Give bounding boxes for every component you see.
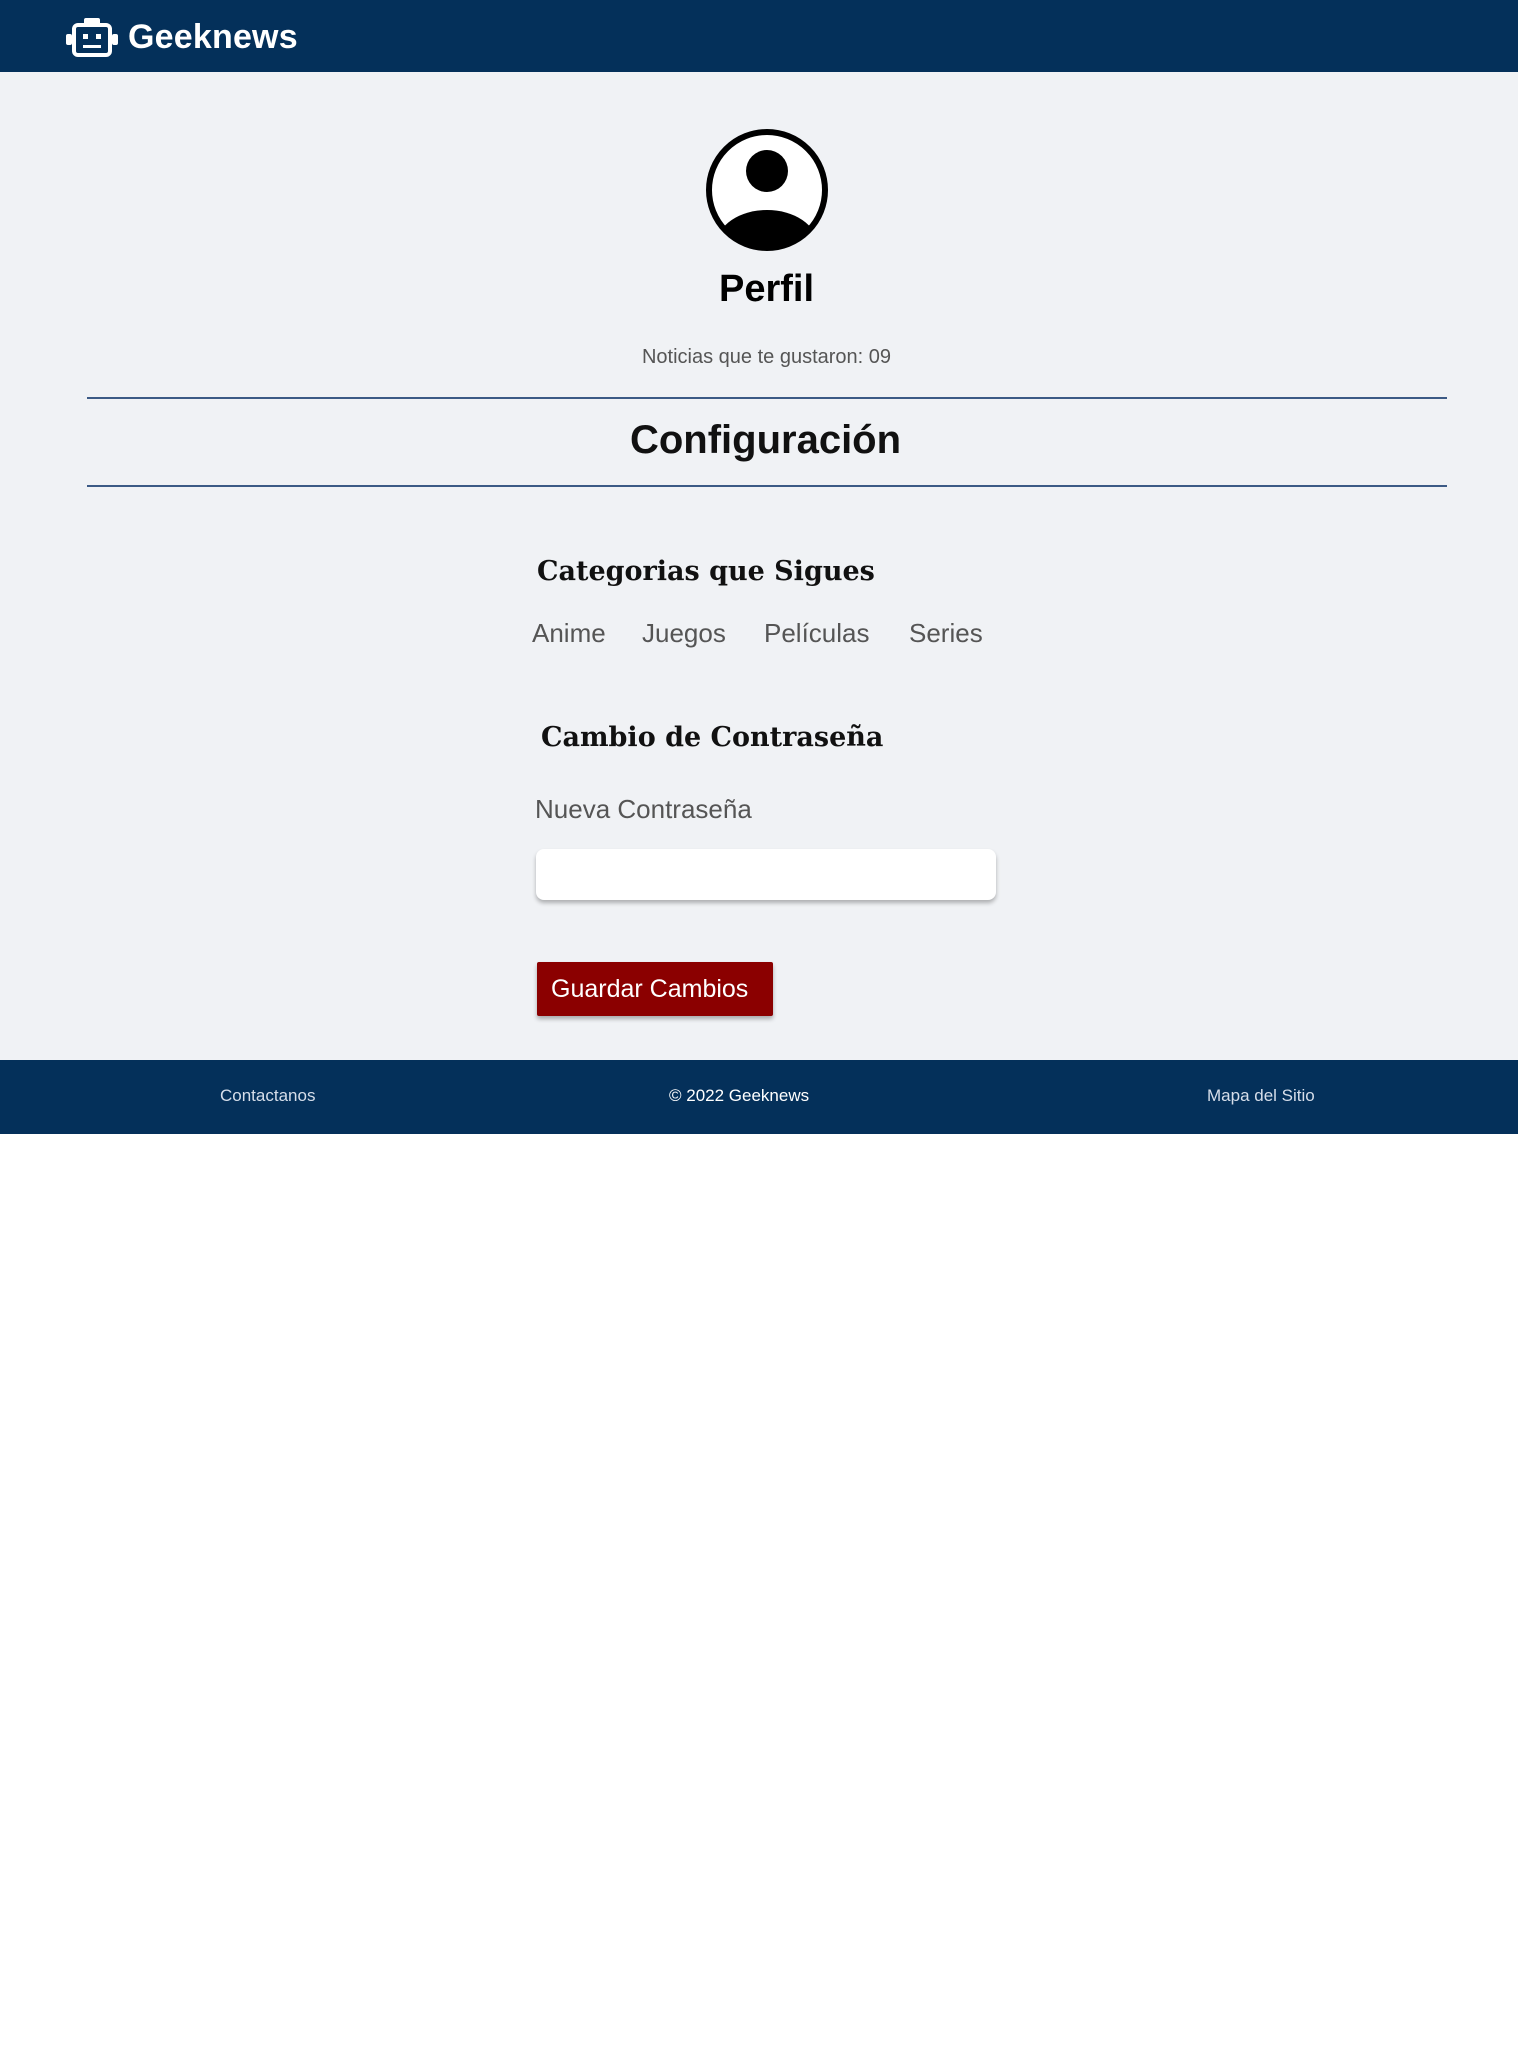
sitemap-link[interactable]: Mapa del Sitio bbox=[1207, 1086, 1315, 1106]
password-change-title: Cambio de Contraseña bbox=[541, 722, 884, 753]
brand-name: Geeknews bbox=[128, 17, 298, 56]
category-anime[interactable]: Anime bbox=[532, 618, 606, 649]
divider bbox=[87, 485, 1447, 487]
footer: Contactanos © 2022 Geeknews Mapa del Sit… bbox=[0, 1060, 1518, 1134]
category-series[interactable]: Series bbox=[909, 618, 983, 649]
category-juegos[interactable]: Juegos bbox=[642, 618, 726, 649]
contact-link[interactable]: Contactanos bbox=[220, 1086, 315, 1106]
liked-news-count: Noticias que te gustaron: 09 bbox=[641, 346, 892, 368]
profile-title: Perfil bbox=[718, 268, 815, 310]
copyright-text: © 2022 Geeknews bbox=[669, 1086, 810, 1105]
robot-icon bbox=[66, 15, 118, 59]
new-password-label: Nueva Contraseña bbox=[535, 794, 752, 824]
divider bbox=[87, 397, 1447, 399]
categories-title: Categorias que Sigues bbox=[537, 556, 875, 587]
top-navbar: Geeknews bbox=[0, 0, 1518, 72]
category-peliculas[interactable]: Películas bbox=[764, 618, 870, 649]
brand-link[interactable]: Geeknews bbox=[66, 12, 298, 62]
profile-main: Perfil Noticias que te gustaron: 09 Conf… bbox=[0, 72, 1518, 1060]
config-title: Configuración bbox=[629, 418, 902, 462]
page: Geeknews Perfil Noticias que te gustaron… bbox=[0, 0, 1518, 2048]
new-password-input[interactable] bbox=[536, 849, 996, 900]
user-circle-icon bbox=[705, 128, 829, 252]
save-changes-button[interactable]: Guardar Cambios bbox=[537, 962, 773, 1016]
